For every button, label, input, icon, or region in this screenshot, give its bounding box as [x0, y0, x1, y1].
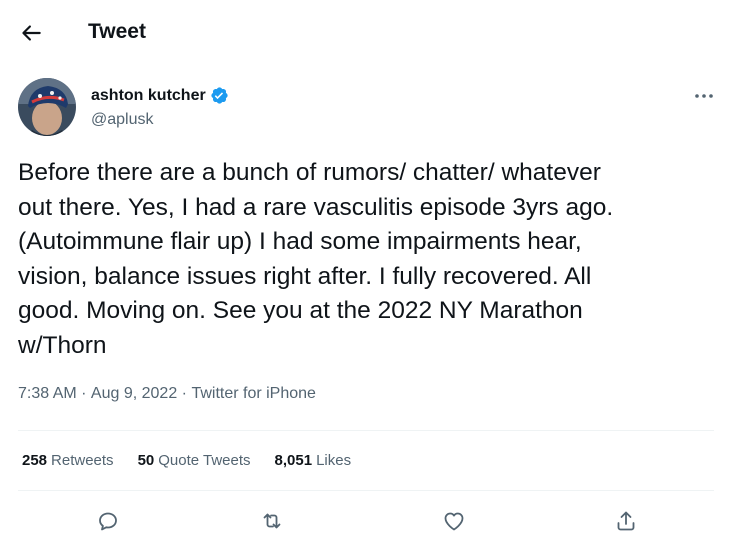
like-button[interactable] [438, 505, 470, 537]
tweet-date[interactable]: Aug 9, 2022 [91, 385, 177, 403]
quote-tweets-count: 50 [137, 452, 155, 469]
likes-count: 8,051 [274, 452, 313, 469]
verified-badge-icon [211, 87, 228, 104]
tweet-stats: 258 Retweets 50 Quote Tweets 8,051 Likes [22, 452, 375, 469]
tweet-author: ashton kutcher @aplusk [18, 78, 718, 138]
tweet-header: Tweet [0, 0, 730, 64]
retweets-stat[interactable]: 258 Retweets [22, 452, 114, 469]
retweets-count: 258 [22, 452, 48, 469]
reply-button[interactable] [92, 505, 124, 537]
tweet-source[interactable]: Twitter for iPhone [191, 385, 316, 403]
share-icon [617, 511, 635, 531]
tweet-time[interactable]: 7:38 AM [18, 385, 77, 403]
page-title: Tweet [88, 20, 146, 43]
display-name[interactable]: ashton kutcher [91, 87, 206, 105]
divider [18, 490, 714, 491]
display-name-row: ashton kutcher [91, 86, 229, 105]
more-options-button[interactable] [692, 86, 716, 106]
likes-stat[interactable]: 8,051 Likes [275, 452, 352, 469]
tweet-metadata: 7:38 AM · Aug 9, 2022 · Twitter for iPho… [18, 385, 316, 403]
arrow-left-icon [22, 25, 41, 41]
retweet-icon [263, 513, 281, 529]
back-button[interactable] [18, 20, 44, 46]
quote-tweets-stat[interactable]: 50 Quote Tweets [138, 452, 251, 469]
retweets-label: Retweets [51, 452, 114, 469]
share-button[interactable] [610, 505, 642, 537]
meta-separator: · [177, 385, 192, 402]
retweet-button[interactable] [256, 505, 288, 537]
quote-tweets-label: Quote Tweets [158, 452, 251, 469]
heart-icon [444, 512, 464, 531]
divider [18, 430, 714, 431]
meta-separator: · [76, 385, 91, 402]
user-handle[interactable]: @aplusk [91, 111, 154, 129]
reply-icon [99, 512, 117, 531]
tweet-text: Before there are a bunch of rumors/ chat… [18, 159, 614, 359]
more-horizontal-icon [695, 94, 713, 98]
likes-label: Likes [316, 452, 352, 469]
tweet-actions [0, 505, 730, 541]
avatar[interactable] [18, 78, 76, 136]
